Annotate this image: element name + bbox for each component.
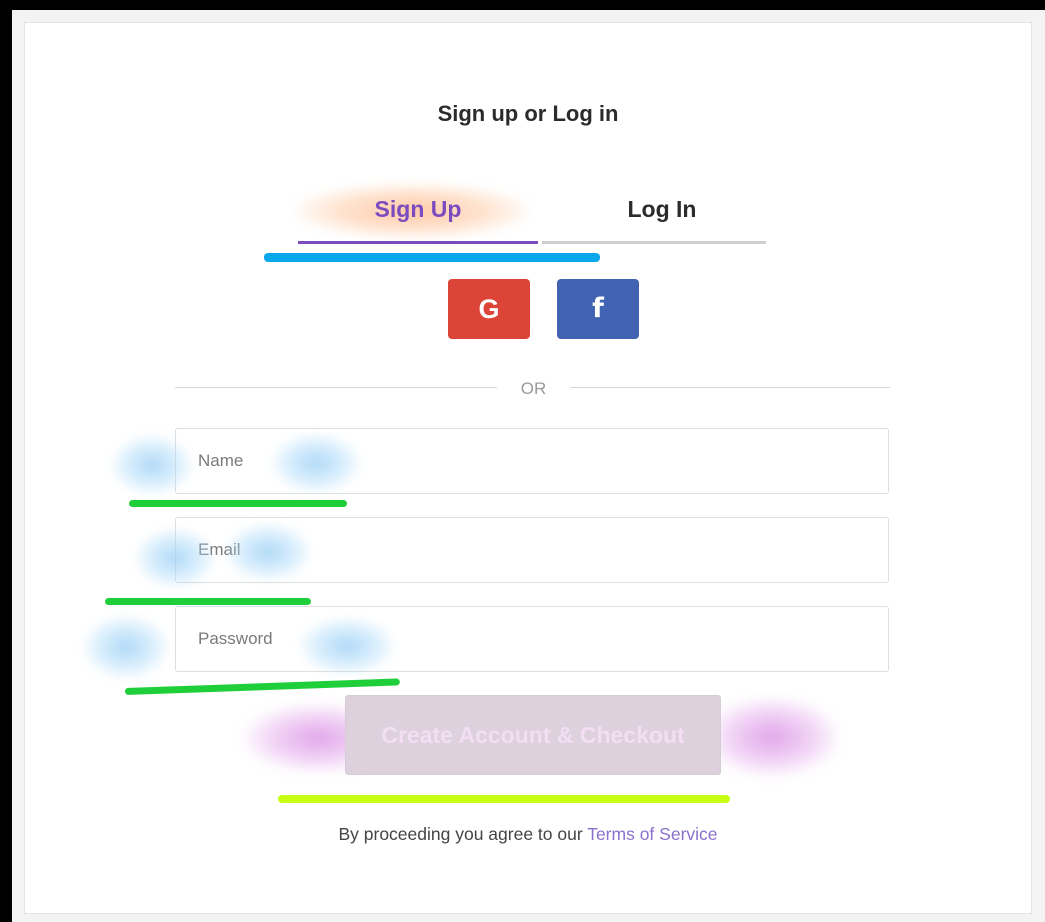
divider-left bbox=[175, 387, 497, 388]
terms-prefix: By proceeding you agree to our bbox=[338, 824, 588, 844]
screenshot-frame: Sign up or Log in Sign Up Log In G f OR bbox=[0, 0, 1045, 922]
annotation-blue-underline bbox=[264, 253, 600, 262]
page-background: Sign up or Log in Sign Up Log In G f OR bbox=[12, 10, 1045, 922]
annotation-green-underline-name bbox=[129, 500, 347, 507]
page-title: Sign up or Log in bbox=[437, 101, 619, 126]
annotation-green-underline-password bbox=[124, 678, 400, 695]
terms-of-service-link[interactable]: Terms of Service bbox=[587, 824, 717, 844]
divider-right bbox=[570, 387, 890, 388]
annotation-blur-password-left bbox=[83, 615, 169, 679]
google-icon: G bbox=[478, 294, 500, 324]
google-login-button[interactable]: G bbox=[448, 279, 530, 339]
annotation-lime-underline bbox=[278, 795, 730, 803]
tab-log-in[interactable]: Log In bbox=[542, 191, 782, 243]
tab-log-in-underline bbox=[542, 241, 766, 244]
email-input[interactable] bbox=[175, 517, 889, 583]
divider-label: OR bbox=[520, 379, 547, 398]
create-account-button[interactable]: Create Account & Checkout bbox=[345, 695, 721, 775]
annotation-blur-submit-right bbox=[705, 697, 839, 777]
terms-notice: By proceeding you agree to our Terms of … bbox=[25, 824, 1031, 845]
facebook-icon: f bbox=[592, 293, 604, 324]
password-input[interactable] bbox=[175, 606, 889, 672]
facebook-login-button[interactable]: f bbox=[557, 279, 639, 339]
annotation-green-underline-email bbox=[105, 598, 311, 605]
tab-sign-up-underline bbox=[298, 241, 538, 244]
name-input[interactable] bbox=[175, 428, 889, 494]
tab-sign-up[interactable]: Sign Up bbox=[298, 191, 538, 243]
auth-card: Sign up or Log in Sign Up Log In G f OR bbox=[24, 22, 1032, 914]
